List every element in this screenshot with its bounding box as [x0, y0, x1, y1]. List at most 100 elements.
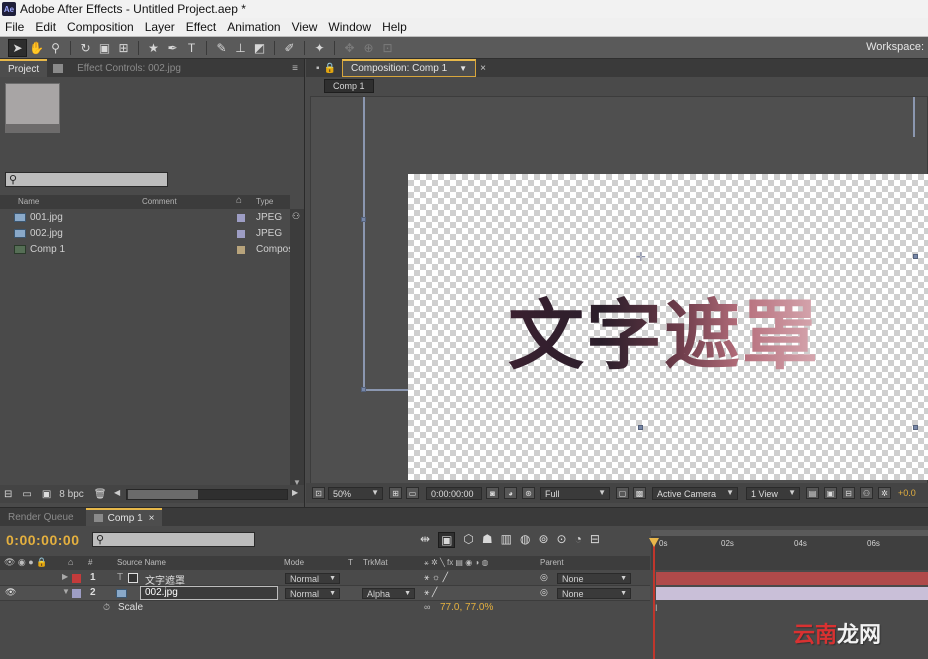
roto-brush-tool-icon[interactable]: ✐: [280, 39, 299, 57]
keyframe-marker-icon[interactable]: I: [655, 603, 658, 613]
toggle-pixel-aspect-icon[interactable]: ▤: [806, 487, 819, 499]
live-update-icon[interactable]: ▣: [438, 532, 456, 548]
close-icon[interactable]: ×: [480, 63, 486, 74]
constrain-proportions-icon[interactable]: ∞: [424, 602, 430, 612]
column-source-name[interactable]: Source Name: [117, 558, 166, 567]
shy-layers-icon[interactable]: ☗: [482, 532, 493, 548]
column-trkmat[interactable]: TrkMat: [363, 558, 388, 567]
composition-mini-flowchart-icon[interactable]: ⇹: [420, 532, 430, 548]
composition-breadcrumb[interactable]: Comp 1: [324, 79, 374, 93]
scrollbar-thumb[interactable]: [128, 490, 198, 499]
layer-duration-bar[interactable]: [656, 572, 928, 585]
anchor-point-icon[interactable]: ✛: [636, 250, 646, 264]
track-matte-dropdown[interactable]: Alpha ▼: [362, 588, 415, 599]
menu-composition[interactable]: Composition: [62, 20, 140, 34]
panel-menu-icon[interactable]: ≡: [292, 63, 298, 74]
menu-file[interactable]: File: [0, 20, 30, 34]
transparency-grid-icon[interactable]: ▩: [633, 487, 646, 499]
menu-window[interactable]: Window: [323, 20, 377, 34]
tab-effect-controls[interactable]: Effect Controls: 002.jpg: [69, 59, 189, 77]
flowchart-icon[interactable]: ⚇: [860, 487, 873, 499]
snapshot-icon[interactable]: ◙: [486, 487, 499, 499]
draft-3d-icon[interactable]: ⬡: [463, 532, 473, 548]
eraser-tool-icon[interactable]: ◩: [250, 39, 269, 57]
parent-dropdown[interactable]: None ▼: [557, 588, 631, 599]
brainstorm-icon[interactable]: ⊚: [538, 532, 548, 548]
transparency-canvas[interactable]: 文字遮罩 ✛: [408, 174, 928, 480]
property-row[interactable]: ⏱ Scale ∞ 77.0, 77.0%: [0, 601, 650, 616]
graph-editor-icon[interactable]: ◔: [575, 532, 582, 548]
parent-pickwhip-icon[interactable]: ◎: [540, 572, 548, 583]
menu-layer[interactable]: Layer: [140, 20, 181, 34]
flowchart-icon[interactable]: ⚇: [292, 211, 300, 222]
label-tag-icon[interactable]: ⌂: [236, 195, 242, 206]
grid-icon[interactable]: ⊞: [389, 487, 402, 499]
axis-world-icon[interactable]: ⊕: [359, 39, 378, 57]
parent-dropdown[interactable]: None ▼: [557, 573, 631, 584]
current-time-display[interactable]: 0:00:00:00: [6, 532, 80, 548]
blend-mode-dropdown[interactable]: Normal ▼: [285, 573, 340, 584]
render-icon[interactable]: ⊟: [590, 532, 600, 548]
menu-animation[interactable]: Animation: [222, 20, 286, 34]
shape-tool-icon[interactable]: ★: [144, 39, 163, 57]
scroll-left-icon[interactable]: ◀: [114, 488, 120, 497]
project-search-input[interactable]: ⚲: [5, 172, 168, 187]
scale-value[interactable]: 77.0, 77.0%: [440, 602, 493, 613]
axis-local-icon[interactable]: ✥: [340, 39, 359, 57]
frame-blending-icon[interactable]: ▥: [501, 532, 512, 548]
fast-previews-icon[interactable]: ▣: [824, 487, 837, 499]
layer-row[interactable]: ▶ 1 T 文字遮罩 Normal ▼ ⚹ ☼ ╱ ◎ None ▼: [0, 571, 650, 587]
chevron-down-icon[interactable]: ▼: [459, 64, 467, 73]
av-features-icon[interactable]: 👁 ◉ ● 🔒: [4, 557, 47, 568]
menu-effect[interactable]: Effect: [181, 20, 222, 34]
layer-handle[interactable]: [361, 217, 366, 222]
puppet-pin-tool-icon[interactable]: ✦: [310, 39, 329, 57]
layer-switches-icon[interactable]: ⚹ ╱: [424, 587, 437, 598]
new-folder-icon[interactable]: ▭: [22, 489, 31, 500]
layer-row[interactable]: 👁 ▼ 2 002.jpg Normal ▼ Alpha ▼ ⚹ ╱ ◎ None ▼: [0, 586, 650, 601]
time-ruler[interactable]: 0s 02s 04s 06s: [651, 530, 928, 570]
work-area-bar[interactable]: [651, 530, 928, 536]
expand-arrow-icon[interactable]: ▶: [62, 572, 68, 581]
project-item[interactable]: 002.jpg JPEG: [0, 226, 290, 242]
close-icon[interactable]: ×: [149, 513, 155, 524]
panel-menu-icon[interactable]: ▪: [316, 63, 320, 74]
always-preview-icon[interactable]: ⊡: [312, 487, 325, 499]
current-time-field[interactable]: 0:00:00:00: [426, 487, 482, 500]
column-type[interactable]: Type: [256, 197, 273, 206]
column-comment[interactable]: Comment: [142, 197, 177, 206]
layer-name[interactable]: 文字遮罩: [145, 572, 185, 587]
tab-project[interactable]: Project: [0, 59, 48, 77]
menu-view[interactable]: View: [287, 20, 324, 34]
workspace-label[interactable]: Workspace:: [866, 41, 924, 53]
column-parent[interactable]: Parent: [540, 558, 564, 567]
blend-mode-dropdown[interactable]: Normal ▼: [285, 588, 340, 599]
project-item[interactable]: Comp 1 Compos: [0, 242, 293, 258]
layer-handle[interactable]: [638, 425, 643, 430]
layer-handle[interactable]: [913, 425, 918, 430]
exposure-icon[interactable]: ✲: [878, 487, 891, 499]
mask-visibility-icon[interactable]: ▭: [406, 487, 419, 499]
new-composition-icon[interactable]: ▣: [42, 489, 51, 500]
trash-icon[interactable]: 🗑: [94, 489, 107, 500]
label-color-swatch[interactable]: [72, 574, 81, 583]
current-time-indicator-head[interactable]: [649, 538, 659, 547]
column-mode[interactable]: Mode: [284, 558, 304, 567]
rotate-tool-icon[interactable]: ↻: [76, 39, 95, 57]
resolution-dropdown[interactable]: Full ▼: [540, 487, 610, 500]
stopwatch-icon[interactable]: ⏱: [103, 602, 110, 613]
pen-tool-icon[interactable]: ✒: [163, 39, 182, 57]
layer-switches-icon[interactable]: ⚹ ☼ ╱: [424, 572, 448, 583]
interpret-footage-icon[interactable]: ⊟: [4, 489, 12, 500]
region-of-interest-icon[interactable]: ▢: [616, 487, 629, 499]
brush-tool-icon[interactable]: ✎: [212, 39, 231, 57]
layer-duration-bar[interactable]: [656, 587, 928, 600]
layer-handle[interactable]: [913, 254, 918, 259]
column-t[interactable]: T: [348, 558, 353, 567]
clone-stamp-tool-icon[interactable]: ⊥: [231, 39, 250, 57]
zoom-tool-icon[interactable]: ⚲: [46, 39, 65, 57]
current-time-indicator[interactable]: [653, 540, 655, 659]
menu-edit[interactable]: Edit: [30, 20, 62, 34]
timeline-icon[interactable]: ⊟: [842, 487, 855, 499]
text-tool-icon[interactable]: T: [182, 39, 201, 57]
